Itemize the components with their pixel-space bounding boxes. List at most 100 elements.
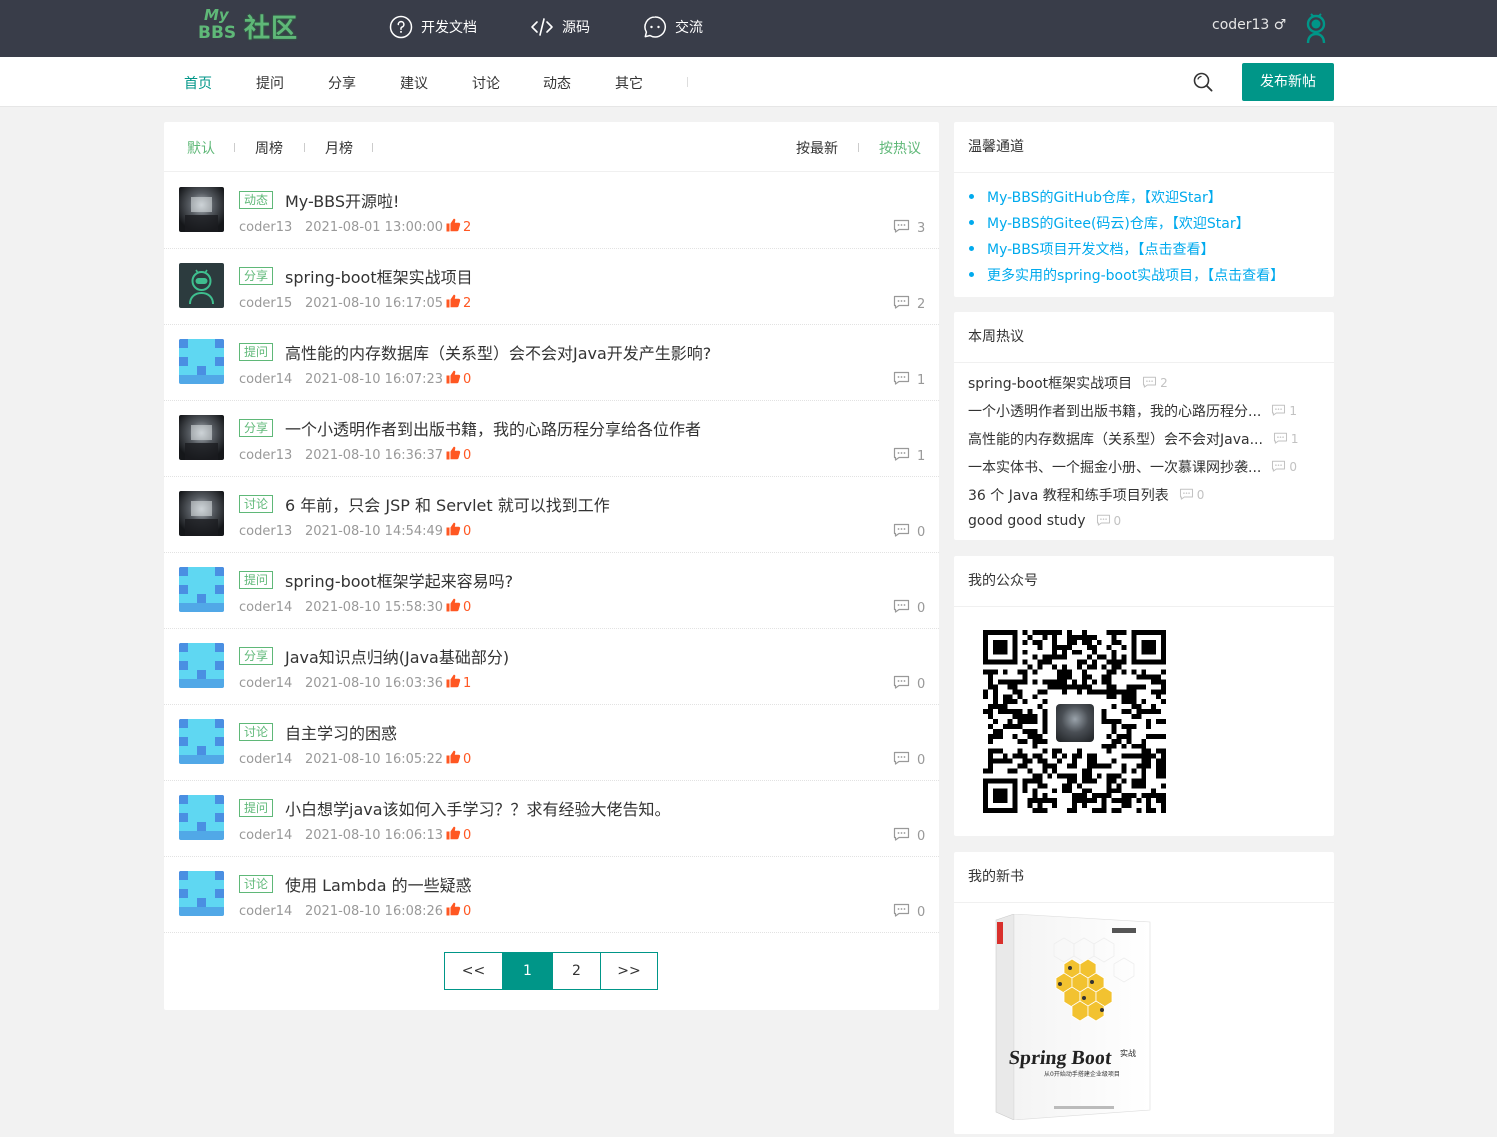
hot-topic-item[interactable]: good good study 0	[968, 513, 1121, 529]
page-2-button[interactable]: 2	[552, 953, 600, 989]
warm-channel-panel: 温馨通道 My-BBS的GitHub仓库，【欢迎Star】 My-BBS的Git…	[954, 122, 1334, 297]
author-avatar[interactable]	[179, 339, 224, 384]
post-author[interactable]: coder14	[239, 676, 292, 691]
post-replies: 0	[893, 523, 925, 541]
post-likes: 0	[446, 902, 471, 920]
author-avatar[interactable]	[179, 263, 224, 308]
link-dev-docs[interactable]: My-BBS项目开发文档，【点击查看】	[969, 239, 1215, 259]
filter-default[interactable]: 默认	[187, 138, 215, 158]
thumbs-up-icon	[446, 750, 463, 768]
thumbs-up-icon	[446, 522, 463, 540]
post-title-link[interactable]: 一个小透明作者到出版书籍，我的心路历程分享给各位作者	[285, 416, 701, 440]
nav-chat[interactable]: 交流	[643, 14, 703, 40]
category-discussion[interactable]: 讨论	[472, 73, 500, 93]
filter-weekly[interactable]: 周榜	[255, 138, 283, 158]
publish-post-button[interactable]: 发布新帖	[1242, 63, 1334, 101]
chat-icon	[643, 15, 667, 39]
logo-community-text: 社区	[244, 14, 299, 44]
post-title-link[interactable]: 6 年前，只会 JSP 和 Servlet 就可以找到工作	[285, 492, 610, 516]
prev-page-button[interactable]: <<	[445, 953, 502, 989]
comment-icon	[893, 599, 917, 617]
post-replies: 3	[893, 219, 925, 237]
post-replies: 0	[893, 751, 925, 769]
author-avatar[interactable]	[179, 415, 224, 460]
post-author[interactable]: coder14	[239, 904, 292, 919]
post-author[interactable]: coder14	[239, 828, 292, 843]
next-page-button[interactable]: >>	[600, 953, 657, 989]
author-avatar[interactable]	[179, 187, 224, 232]
post-row: 提问 高性能的内存数据库（关系型）会不会对Java开发产生影响? coder14 20…	[164, 325, 939, 401]
post-replies: 0	[893, 599, 925, 617]
link-more-projects[interactable]: 更多实用的spring-boot实战项目，【点击查看】	[969, 265, 1284, 285]
like-count: 0	[463, 371, 472, 387]
post-title-link[interactable]: 小白想学java该如何入手学习？？求有经验大佬告知。	[285, 796, 671, 820]
page-1-button[interactable]: 1	[502, 953, 552, 989]
hot-topic-item[interactable]: spring-boot框架实战项目 2	[968, 373, 1168, 393]
hot-topic-item[interactable]: 高性能的内存数据库（关系型）会不会对Java... 1	[968, 429, 1299, 449]
author-avatar[interactable]	[179, 871, 224, 916]
reply-count: 0	[917, 904, 926, 920]
link-github-repo[interactable]: My-BBS的GitHub仓库，【欢迎Star】	[969, 187, 1222, 207]
author-avatar[interactable]	[179, 795, 224, 840]
post-author[interactable]: coder13	[239, 524, 292, 539]
post-author[interactable]: coder13	[239, 448, 292, 463]
author-avatar[interactable]	[179, 643, 224, 688]
category-other[interactable]: 其它	[615, 73, 643, 93]
hot-topic-item[interactable]: 一个小透明作者到出版书籍，我的心路历程分... 1	[968, 401, 1297, 421]
hot-topics-panel: 本周热议 spring-boot框架实战项目 2 一个小透明作者到出版书籍，我的心路…	[954, 312, 1334, 540]
user-avatar[interactable]	[1302, 12, 1330, 44]
thumbs-up-icon	[446, 674, 463, 692]
pagination: << 1 2 >>	[444, 952, 658, 990]
hot-topic-replies: 1	[1273, 432, 1299, 447]
category-question[interactable]: 提问	[256, 73, 284, 93]
category-news[interactable]: 动态	[543, 73, 571, 93]
post-title-link[interactable]: 自主学习的困惑	[285, 720, 397, 744]
post-title-link[interactable]: spring-boot框架学起来容易吗?	[285, 568, 513, 592]
logo-bbs-text: BBS	[198, 23, 237, 43]
post-author[interactable]: coder15	[239, 296, 292, 311]
post-author[interactable]: coder14	[239, 600, 292, 615]
post-title-link[interactable]: Java知识点归纳(Java基础部分)	[285, 644, 509, 668]
top-header: My BBS 社区 开发文档 源码 交流 coder13 ♂	[0, 0, 1497, 57]
warm-channel-title: 温馨通道	[954, 122, 1334, 173]
logo[interactable]: My BBS 社区	[198, 6, 298, 46]
category-share[interactable]: 分享	[328, 73, 356, 93]
post-author[interactable]: coder14	[239, 372, 292, 387]
post-author[interactable]: coder14	[239, 752, 292, 767]
current-user[interactable]: coder13 ♂	[1212, 17, 1286, 33]
post-row: 讨论 6 年前，只会 JSP 和 Servlet 就可以找到工作 coder13 20…	[164, 477, 939, 553]
filter-monthly[interactable]: 月榜	[325, 138, 353, 158]
thumbs-up-icon	[446, 902, 463, 920]
author-avatar[interactable]	[179, 491, 224, 536]
reply-count: 0	[917, 676, 926, 692]
post-row: 分享 spring-boot框架实战项目 coder15 2021-08-10 16:…	[164, 249, 939, 325]
post-title-link[interactable]: 高性能的内存数据库（关系型）会不会对Java开发产生影响?	[285, 340, 711, 364]
comment-icon	[893, 219, 917, 237]
wechat-title: 我的公众号	[954, 556, 1334, 607]
author-avatar[interactable]	[179, 567, 224, 612]
post-row: 提问 spring-boot框架学起来容易吗? coder14 2021-08-10 …	[164, 553, 939, 629]
nav-source-code[interactable]: 源码	[530, 14, 590, 40]
category-suggestion[interactable]: 建议	[400, 73, 428, 93]
post-tag-discussion: 讨论	[239, 495, 274, 513]
qrcode-center-photo	[1053, 701, 1097, 745]
post-replies: 1	[893, 371, 925, 389]
category-home[interactable]: 首页	[184, 73, 212, 93]
post-author[interactable]: coder13	[239, 220, 292, 235]
post-title-link[interactable]: My-BBS开源啦!	[285, 188, 399, 212]
link-gitee-repo[interactable]: My-BBS的Gitee(码云)仓库，【欢迎Star】	[969, 213, 1250, 233]
post-tag-discussion: 讨论	[239, 723, 274, 741]
book-cover[interactable]: Spring Boot 实战 从0开始动手搭建企业级项目	[994, 913, 1152, 1121]
author-avatar[interactable]	[179, 719, 224, 764]
sort-newest[interactable]: 按最新	[796, 138, 838, 158]
post-title-link[interactable]: 使用 Lambda 的一些疑惑	[285, 872, 472, 896]
sort-hottest[interactable]: 按热议	[879, 138, 921, 158]
search-icon[interactable]	[1192, 71, 1214, 93]
hot-topic-item[interactable]: 一本实体书、一个掘金小册、一次慕课网抄袭... 0	[968, 457, 1297, 477]
hot-topic-item[interactable]: 36 个 Java 教程和练手项目列表 0	[968, 485, 1204, 505]
post-tag-news: 动态	[239, 191, 274, 209]
reply-count: 0	[917, 752, 926, 768]
nav-dev-docs[interactable]: 开发文档	[389, 14, 477, 40]
post-title-link[interactable]: spring-boot框架实战项目	[285, 264, 473, 288]
book-cover-title: Spring Boot	[1008, 1047, 1113, 1069]
